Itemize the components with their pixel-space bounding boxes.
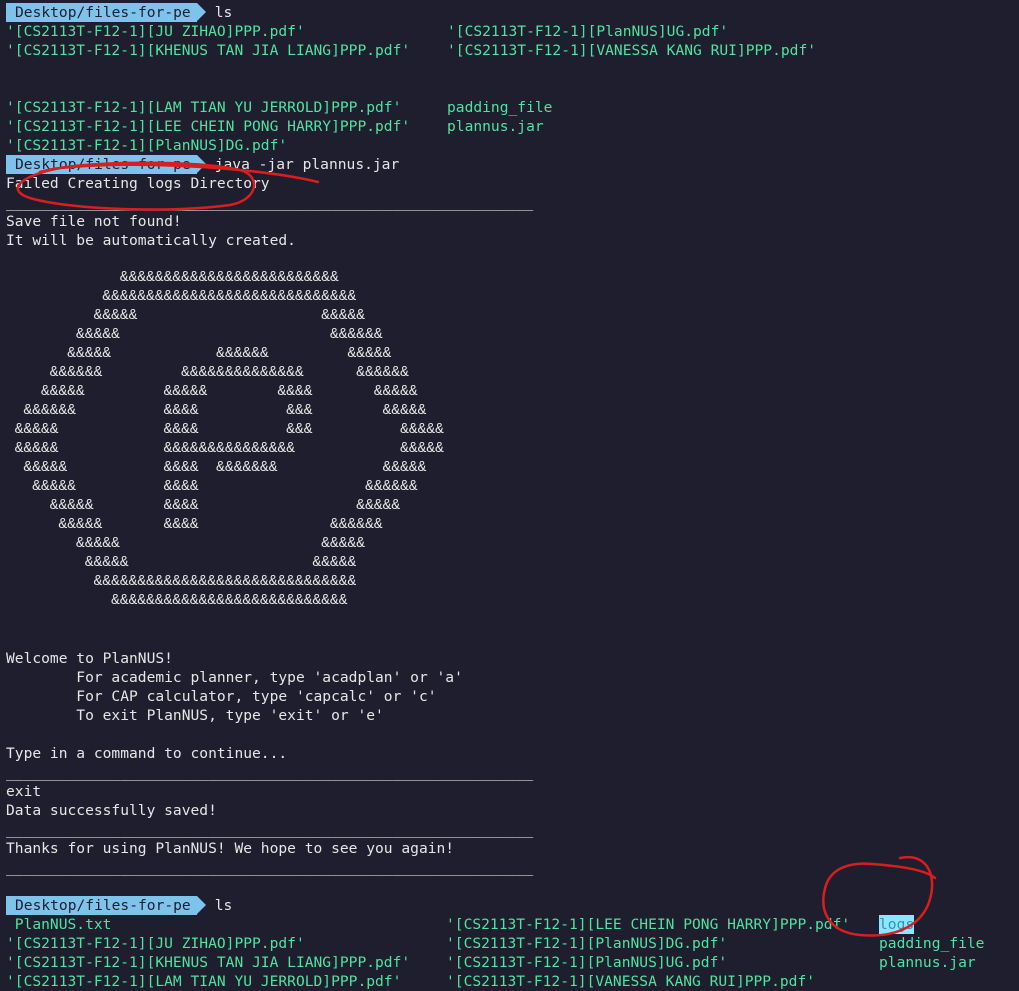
status-text: It will be automatically created. — [6, 232, 296, 249]
folder-name-logs: logs — [879, 915, 915, 934]
file-name: '[CS2113T-F12-1][LEE CHEIN PONG HARRY]PP… — [6, 118, 411, 135]
file-name: '[CS2113T-F12-1][PlanNUS]DG.pdf' — [6, 137, 288, 154]
menu-option: For CAP calculator, type 'capcalc' or 'c… — [6, 688, 437, 705]
ls-row: '[CS2113T-F12-1][JU ZIHAO]PPP.pdf' '[CS2… — [6, 934, 1019, 953]
ls-row: PlanNUS.txt '[CS2113T-F12-1][LEE CHEIN P… — [6, 915, 1019, 934]
divider: ________________________________________… — [6, 859, 534, 876]
prompt-line: Desktop/files-for-pe java -jar plannus.j… — [6, 155, 1019, 174]
file-name: '[CS2113T-F12-1][JU ZIHAO]PPP.pdf' — [6, 935, 305, 952]
file-name: '[CS2113T-F12-1][PlanNUS]DG.pdf' — [446, 935, 728, 952]
file-name: '[CS2113T-F12-1][LAM TIAN YU JERROLD]PPP… — [6, 973, 402, 990]
ls-row: '[CS2113T-F12-1][LAM TIAN YU JERROLD]PPP… — [6, 972, 1019, 991]
status-text: Save file not found! — [6, 213, 182, 230]
menu-option: To exit PlanNUS, type 'exit' or 'e' — [6, 707, 384, 724]
command-text: ls — [214, 4, 233, 21]
command-text: ls — [214, 897, 233, 914]
ls-row: '[CS2113T-F12-1][KHENUS TAN JIA LIANG]PP… — [6, 953, 1019, 972]
ls-row: '[CS2113T-F12-1][JU ZIHAO]PPP.pdf' '[CS2… — [6, 22, 1019, 41]
divider: ________________________________________… — [6, 194, 534, 211]
welcome-text: Welcome to PlanNUS! — [6, 650, 173, 667]
file-name: plannus.jar — [447, 118, 544, 135]
prompt-path: Desktop/files-for-pe — [6, 896, 206, 915]
user-input: exit — [6, 783, 42, 800]
error-message: Failed Creating logs Directory — [6, 175, 270, 192]
file-name: '[CS2113T-F12-1][LEE CHEIN PONG HARRY]PP… — [446, 916, 851, 933]
file-name: '[CS2113T-F12-1][KHENUS TAN JIA LIANG]PP… — [6, 42, 411, 59]
file-name: padding_file — [447, 99, 553, 116]
prompt-line: Desktop/files-for-pe ls — [6, 896, 1019, 915]
file-name: '[CS2113T-F12-1][PlanNUS]UG.pdf' — [447, 23, 729, 40]
prompt-path: Desktop/files-for-pe — [6, 3, 206, 22]
goodbye-text: Thanks for using PlanNUS! We hope to see… — [6, 840, 455, 857]
file-name: '[CS2113T-F12-1][KHENUS TAN JIA LIANG]PP… — [6, 954, 411, 971]
ls-row: '[CS2113T-F12-1][KHENUS TAN JIA LIANG]PP… — [6, 41, 1019, 60]
instruction-text: Type in a command to continue... — [6, 745, 288, 762]
divider: ________________________________________… — [6, 821, 534, 838]
ls-row: '[CS2113T-F12-1][LAM TIAN YU JERROLD]PPP… — [6, 98, 1019, 117]
file-name: '[CS2113T-F12-1][VANESSA KANG RUI]PPP.pd… — [446, 973, 816, 990]
status-text: Data successfully saved! — [6, 802, 217, 819]
command-text: java -jar plannus.jar — [214, 156, 400, 173]
file-name: PlanNUS.txt — [6, 916, 112, 933]
file-name: plannus.jar — [879, 954, 976, 971]
file-name: '[CS2113T-F12-1][LAM TIAN YU JERROLD]PPP… — [6, 99, 402, 116]
menu-option: For academic planner, type 'acadplan' or… — [6, 669, 463, 686]
ls-row: '[CS2113T-F12-1][LEE CHEIN PONG HARRY]PP… — [6, 117, 1019, 136]
prompt-line: Desktop/files-for-pe ls — [6, 3, 1019, 22]
file-name: '[CS2113T-F12-1][JU ZIHAO]PPP.pdf' — [6, 23, 305, 40]
file-name: '[CS2113T-F12-1][VANESSA KANG RUI]PPP.pd… — [447, 42, 817, 59]
prompt-path: Desktop/files-for-pe — [6, 155, 206, 174]
file-name: padding_file — [879, 935, 985, 952]
file-name: '[CS2113T-F12-1][PlanNUS]UG.pdf' — [446, 954, 728, 971]
ascii-logo: &&&&&&&&&&&&&&&&&&&&&&&&& &&&&&&&&&&&&&&… — [14, 270, 444, 609]
ls-row: '[CS2113T-F12-1][PlanNUS]DG.pdf' — [6, 136, 1019, 155]
terminal-output[interactable]: Desktop/files-for-pe ls '[CS2113T-F12-1]… — [6, 3, 1019, 991]
divider: ________________________________________… — [6, 764, 534, 781]
